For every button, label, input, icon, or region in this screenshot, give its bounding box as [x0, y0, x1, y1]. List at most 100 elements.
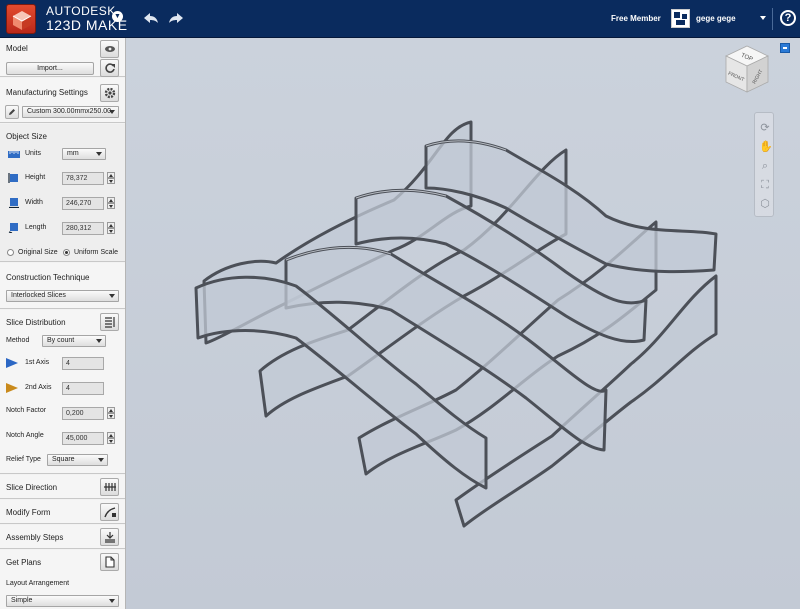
notch-angle-stepper[interactable] [107, 432, 115, 445]
units-label: Units [25, 150, 41, 157]
view-cube-icon[interactable]: TOP FRONT RIGHT [724, 44, 770, 100]
orbit-icon[interactable]: ⟳ [759, 122, 771, 134]
object-size-section: Object Size Units mm Height 78,372 Width… [0, 124, 125, 262]
app-menu-chevron-icon[interactable]: ▼ [112, 11, 123, 22]
chevron-down-icon [96, 152, 102, 156]
slice-distribution-title: Slice Distribution [6, 318, 66, 327]
list-icon [105, 317, 115, 328]
width-stepper[interactable] [107, 197, 115, 210]
manufacturing-title: Manufacturing Settings [6, 88, 88, 97]
sliced-model-render[interactable] [126, 38, 800, 609]
modify-form-section[interactable]: Modify Form [0, 500, 125, 524]
construction-dropdown[interactable]: Interlocked Slices [6, 290, 119, 302]
redo-icon[interactable] [168, 11, 184, 25]
length-field[interactable]: 280,312 [62, 222, 104, 235]
get-plans-title: Get Plans [6, 558, 42, 567]
avatar[interactable] [671, 9, 690, 28]
notch-angle-field[interactable]: 45,000 [62, 432, 104, 445]
username[interactable]: gege gege [696, 14, 736, 23]
width-label: Width [25, 199, 43, 206]
relief-type-dropdown[interactable]: Square [47, 454, 108, 466]
navigation-bar: ⟳ ✋ ⌕ ⛶ ⬡ [754, 112, 774, 217]
units-value: mm [67, 150, 79, 157]
layout-arrangement-label: Layout Arrangement [6, 580, 70, 587]
fit-icon[interactable]: ⛶ [759, 179, 771, 191]
pencil-icon [9, 109, 15, 115]
construction-value: Interlocked Slices [11, 292, 66, 299]
chevron-down-icon [96, 339, 102, 343]
axis1-label: 1st Axis [25, 359, 50, 366]
undo-icon[interactable] [143, 11, 159, 25]
eye-icon [105, 46, 115, 52]
document-icon [105, 556, 115, 568]
gear-icon [104, 87, 116, 99]
chevron-down-icon [109, 294, 115, 298]
help-icon[interactable]: ? [780, 10, 796, 26]
length-stepper[interactable] [107, 222, 115, 235]
settings-button[interactable] [100, 84, 119, 102]
visibility-button[interactable] [100, 40, 119, 58]
pan-icon[interactable]: ✋ [759, 141, 773, 153]
slice-direction-button[interactable] [100, 478, 119, 496]
app-logo-icon[interactable] [6, 4, 36, 34]
units-dropdown[interactable]: mm [62, 148, 106, 160]
assembly-steps-icon [105, 532, 115, 543]
3d-viewport[interactable]: TOP FRONT RIGHT ⟳ ✋ ⌕ ⛶ ⬡ [126, 38, 800, 609]
layout-arrangement-value: Simple [11, 597, 33, 604]
user-menu-caret-icon[interactable] [760, 16, 766, 20]
get-plans-button[interactable] [100, 553, 119, 571]
width-field[interactable]: 246,270 [62, 197, 104, 210]
method-label: Method [6, 337, 30, 344]
refresh-button[interactable] [100, 59, 119, 77]
layout-arrangement-dropdown[interactable]: Simple [6, 595, 119, 607]
axis1-field[interactable]: 4 [62, 357, 104, 370]
method-value: By count [47, 337, 75, 344]
height-dimension-icon [8, 173, 18, 183]
slice-distribution-button[interactable] [100, 313, 119, 331]
assembly-steps-title: Assembly Steps [6, 533, 64, 542]
notch-angle-label: Notch Angle [6, 432, 44, 439]
axis2-arrow-icon [6, 383, 18, 393]
home-cube-icon[interactable]: ⬡ [759, 198, 771, 210]
chevron-down-icon [109, 110, 115, 114]
import-button[interactable]: Import... [6, 62, 94, 75]
brand-company: AUTODESK [46, 4, 116, 18]
assembly-steps-section[interactable]: Assembly Steps [0, 525, 125, 549]
original-size-radio[interactable] [7, 249, 14, 256]
zoom-icon[interactable]: ⌕ [759, 160, 771, 172]
machine-preset-dropdown[interactable]: Custom 300.00mmx250.00 [22, 106, 119, 118]
construction-title: Construction Technique [6, 273, 90, 282]
method-dropdown[interactable]: By count [42, 335, 106, 347]
top-bar: AUTODESK 123D MAKE ▼ Free Member gege ge… [0, 0, 800, 38]
membership-status[interactable]: Free Member [611, 14, 661, 23]
object-size-title: Object Size [6, 132, 47, 141]
height-stepper[interactable] [107, 172, 115, 185]
uniform-scale-radio[interactable] [63, 249, 70, 256]
modify-form-button[interactable] [100, 503, 119, 521]
chevron-down-icon [109, 599, 115, 603]
units-ruler-icon [8, 151, 20, 158]
model-section: Model Import... [0, 38, 125, 77]
length-label: Length [25, 224, 47, 231]
sidebar: Model Import... Manufacturing Settings C… [0, 38, 126, 609]
minimize-panel-icon[interactable] [780, 43, 790, 53]
refresh-icon [105, 63, 115, 73]
relief-type-label: Relief Type [6, 456, 41, 463]
slice-direction-section[interactable]: Slice Direction [0, 475, 125, 499]
assembly-steps-button[interactable] [100, 528, 119, 546]
edit-preset-button[interactable] [5, 105, 19, 119]
notch-factor-stepper[interactable] [107, 407, 115, 420]
modify-form-icon [104, 507, 116, 518]
construction-section: Construction Technique Interlocked Slice… [0, 263, 125, 309]
axis2-label: 2nd Axis [25, 384, 52, 391]
notch-factor-field[interactable]: 0,200 [62, 407, 104, 420]
relief-type-value: Square [52, 456, 75, 463]
uniform-scale-label: Uniform Scale [74, 249, 118, 256]
topbar-divider [772, 8, 773, 30]
height-field[interactable]: 78,372 [62, 172, 104, 185]
axis2-field[interactable]: 4 [62, 382, 104, 395]
slice-direction-icon [104, 483, 116, 491]
notch-factor-label: Notch Factor [6, 407, 47, 414]
machine-preset-value: Custom 300.00mmx250.00 [27, 108, 112, 115]
chevron-down-icon [98, 458, 104, 462]
